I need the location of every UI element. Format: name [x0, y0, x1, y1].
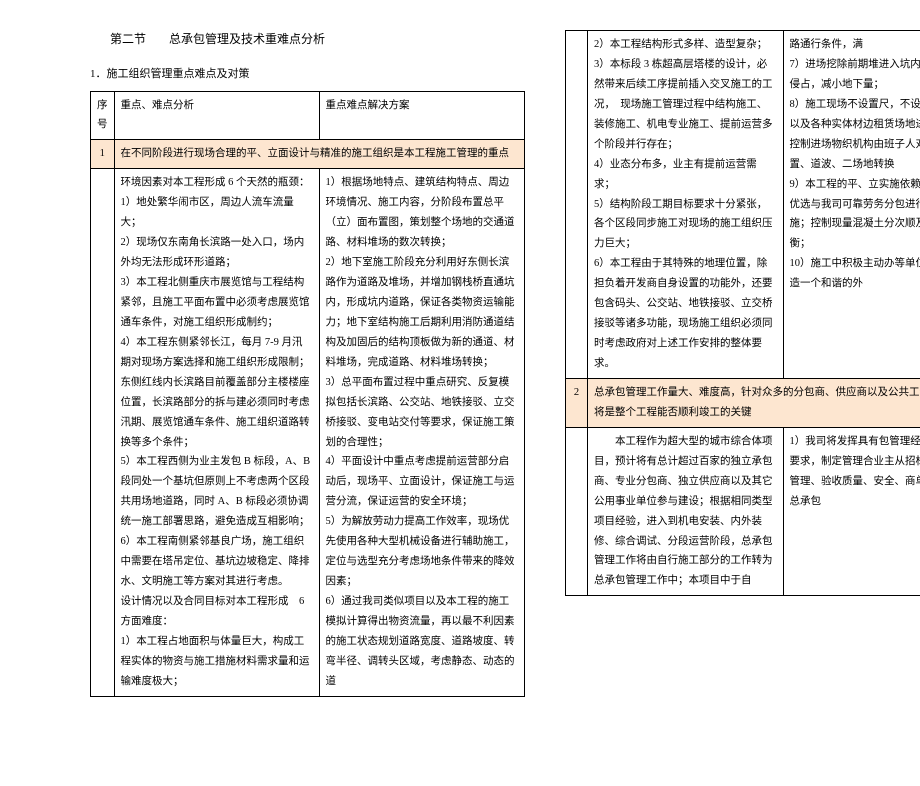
- header-num: 序号: [91, 91, 115, 140]
- table-header-row: 序号 重点、难点分析 重点难点解决方案: [91, 91, 525, 140]
- list-item: 6）本工程南侧紧邻基良广场，施工组织中需要在塔吊定位、基坑边坡稳定、降排水、文明…: [121, 532, 313, 592]
- left-design: 设计情况以及合同目标对本工程形成 6 方面难度：: [121, 592, 313, 632]
- list-item: 8）施工现场不设置尺，不设置大型以及各种实体材边租赁场地进行严格控制进场物织机构…: [790, 95, 920, 175]
- list-item: 1）本工程占地面积与体量巨大，构成工程实体的物资与施工措施材料需求量和运输难度极…: [121, 632, 313, 692]
- table-row-1-content: 环境因素对本工程形成 6 个天然的瓶颈： 1）地处繁华闹市区，周边人流车流量大；…: [91, 169, 525, 696]
- table-row-1-title: 1 在不同阶段进行现场合理的平、立面设计与精准的施工组织是本工程施工管理的重点: [91, 140, 525, 169]
- list-item: 3）本标段 3 栋超高层塔楼的设计，必然带来后续工序提前插入交叉施工的工况， 现…: [594, 55, 777, 155]
- row2c-num: [566, 427, 588, 596]
- row1c-num2: [566, 31, 588, 379]
- section-label: 第二节: [110, 32, 146, 46]
- list-item: 3）本工程北侧重庆市展览馆与工程结构紧邻，且施工平面布置中必须考虑展览馆通车条件…: [121, 273, 313, 333]
- list-item: 5）本工程西侧为业主发包 B 标段，A、B 段同处一个基坑但原则上不考虑两个区段…: [121, 452, 313, 532]
- table-row-2-content: 本工程作为超大型的城市综合体项目，预计将有总计超过百家的独立承包商、专业分包商、…: [566, 427, 920, 596]
- page-1: 第二节 总承包管理及技术重难点分析 1．施工组织管理重点难点及对策 序号 重点、…: [90, 30, 525, 786]
- section-title: 第二节 总承包管理及技术重难点分析: [90, 30, 525, 48]
- row1-left-cont: 2）本工程结构形式多样、造型复杂； 3）本标段 3 栋超高层塔楼的设计，必然带来…: [588, 31, 784, 379]
- table-row-1-content-cont: 2）本工程结构形式多样、造型复杂； 3）本标段 3 栋超高层塔楼的设计，必然带来…: [566, 31, 920, 379]
- row1-span: 在不同阶段进行现场合理的平、立面设计与精准的施工组织是本工程施工管理的重点: [114, 140, 525, 169]
- list-item: 6）本工程由于其特殊的地理位置，除担负着开发商自身设置的功能外，还要包含码头、公…: [594, 254, 777, 374]
- list-item: 10）施工中积极主动办等单位联系，造一个和谐的外: [790, 254, 920, 294]
- subsection-1-title: 1．施工组织管理重点难点及对策: [90, 66, 525, 83]
- list-item: 3）总平面布置过程中重点研究、反复模拟包括长滨路、公交站、地铁接驳、立交桥接驳、…: [326, 373, 518, 453]
- row1-num: 1: [91, 140, 115, 169]
- left-intro: 环境因素对本工程形成 6 个天然的瓶颈：: [121, 173, 313, 193]
- row1c-num: [91, 169, 115, 696]
- header-col1: 重点、难点分析: [114, 91, 319, 140]
- list-item: 9）本工程的平、立实施依赖于施工优选与我司可靠劳务分包进行配的实施；控制现量混凝…: [790, 175, 920, 255]
- row2-left: 本工程作为超大型的城市综合体项目，预计将有总计超过百家的独立承包商、专业分包商、…: [588, 427, 784, 596]
- list-item: 2）本工程结构形式多样、造型复杂；: [594, 35, 777, 55]
- section-name: 总承包管理及技术重难点分析: [169, 32, 325, 46]
- list-item: 5）为解放劳动力提高工作效率，现场优先使用各种大型机械设备进行辅助施工，定位与选…: [326, 512, 518, 592]
- list-item: 4）业态分布多，业主有提前运营需求；: [594, 155, 777, 195]
- main-table: 序号 重点、难点分析 重点难点解决方案 1 在不同阶段进行现场合理的平、立面设计…: [90, 91, 525, 697]
- table-row-2-title: 2 总承包管理工作量大、难度高，针对众多的分包商、供应商以及公共工作质量将是整个…: [566, 378, 920, 427]
- list-item: 2）现场仅东南角长滨路一处入口，场内外均无法形成环形道路；: [121, 233, 313, 273]
- list-item: 6）通过我司类似项目以及本工程的施工模拟计算得出物资流量，再以最不利因素的施工状…: [326, 592, 518, 692]
- row2-span: 总承包管理工作量大、难度高，针对众多的分包商、供应商以及公共工作质量将是整个工程…: [588, 378, 920, 427]
- list-item: 4）平面设计中重点考虑提前运营部分启动后，现场平、立面设计，保证施工与运营分流，…: [326, 452, 518, 512]
- main-table-cont: 2）本工程结构形式多样、造型复杂； 3）本标段 3 栋超高层塔楼的设计，必然带来…: [565, 30, 920, 596]
- list-item: 1）根据场地特点、建筑结构特点、周边环境情况、施工内容，分阶段布置总平（立）面布…: [326, 173, 518, 253]
- row1-right-cont: 路通行条件，满 7）进场挖除前期堆进入坑内，避免侵占，减小地下量； 8）施工现场…: [783, 31, 920, 379]
- list-item: 2）地下室施工阶段充分利用好东侧长滨路作为道路及堆场，并增加钢栈桥直通坑内，形成…: [326, 253, 518, 373]
- row1-left: 环境因素对本工程形成 6 个天然的瓶颈： 1）地处繁华闹市区，周边人流车流量大；…: [114, 169, 319, 696]
- row2-num: 2: [566, 378, 588, 427]
- list-item: 路通行条件，满: [790, 35, 920, 55]
- header-col2: 重点难点解决方案: [319, 91, 524, 140]
- row2-right: 1）我司将发挥具有包管理经验的优要求，制定管理合业主从招标采配合管理、验收质量、…: [783, 427, 920, 596]
- list-item: 1）地处繁华闹市区，周边人流车流量大；: [121, 193, 313, 233]
- list-item: 7）进场挖除前期堆进入坑内，避免侵占，减小地下量；: [790, 55, 920, 95]
- row1-right: 1）根据场地特点、建筑结构特点、周边环境情况、施工内容，分阶段布置总平（立）面布…: [319, 169, 524, 696]
- page-2: 2）本工程结构形式多样、造型复杂； 3）本标段 3 栋超高层塔楼的设计，必然带来…: [565, 30, 920, 786]
- list-item: 4）本工程东侧紧邻长江，每月 7-9 月汛期对现场方案选择和施工组织形成限制；东…: [121, 333, 313, 453]
- list-item: 5）结构阶段工期目标要求十分紧张，各个区段同步施工对现场的施工组织压力巨大；: [594, 195, 777, 255]
